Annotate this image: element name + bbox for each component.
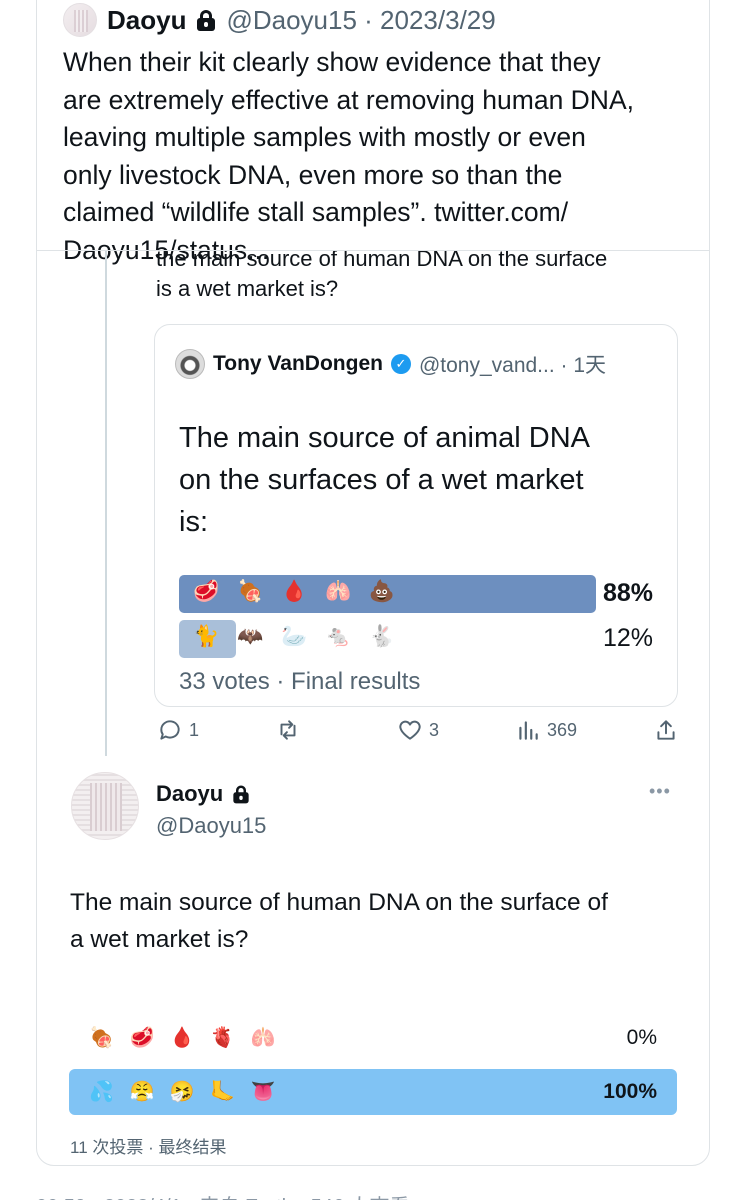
author-meta[interactable]: @Daoyu15 · 2023/3/29 bbox=[226, 5, 495, 36]
poll-option: 🍖 🥩 🩸 🫀 🫁 0% bbox=[69, 1015, 677, 1061]
retweet-button[interactable] bbox=[275, 717, 301, 743]
tweet-text-line: only livestock DNA, even more so than th… bbox=[63, 159, 563, 190]
more-options-icon[interactable]: ••• bbox=[649, 781, 671, 802]
tweet-text-line[interactable]: claimed “wildlife stall samples”. twitte… bbox=[63, 194, 703, 232]
tweet-text: When their kit clearly show evidence tha… bbox=[63, 44, 703, 269]
poll-question-line: The main source of animal DNA bbox=[179, 422, 590, 454]
author-name-row: Daoyu bbox=[156, 781, 251, 807]
clipped-text-line: is a wet market is? bbox=[156, 276, 339, 301]
embedded-tweet-header: Tony VanDongen ✓ @tony_vand... · 1天 bbox=[175, 349, 606, 379]
tweet-text-line: are extremely effective at removing huma… bbox=[63, 84, 634, 115]
poll-option-percent: 88% bbox=[602, 579, 653, 607]
poll-question: The main source of animal DNA on the sur… bbox=[179, 417, 659, 543]
reply-button[interactable]: 1 bbox=[157, 717, 199, 743]
clipped-tweet-text: the main source of human DNA on the surf… bbox=[156, 251, 696, 304]
reply-count: 1 bbox=[189, 719, 200, 740]
lock-icon bbox=[196, 9, 216, 31]
poll-vote-summary: 11 次投票 · 最终结果 bbox=[70, 1138, 227, 1157]
tweet-header: Daoyu @Daoyu15 · 2023/3/29 bbox=[63, 3, 496, 37]
poll-option-percent: 12% bbox=[602, 624, 653, 652]
tweet-text-line: The main source of human DNA on the surf… bbox=[70, 889, 608, 916]
reply-icon bbox=[160, 720, 180, 740]
lock-icon bbox=[233, 785, 250, 804]
poll-option-label: 🍖 🥩 🩸 🫀 🫁 bbox=[89, 1027, 281, 1049]
author-handle[interactable]: @Daoyu15 bbox=[156, 813, 266, 839]
author-meta[interactable]: @tony_vand... · 1天 bbox=[419, 349, 606, 379]
quoted-thread[interactable]: the main source of human DNA on the surf… bbox=[37, 251, 709, 771]
bar-chart-icon bbox=[519, 721, 538, 740]
poll-question-line: on the surfaces of a wet market bbox=[179, 464, 584, 496]
clipped-text-line: the main source of human DNA on the surf… bbox=[156, 251, 608, 271]
heart-icon bbox=[399, 720, 421, 740]
author-name[interactable]: Daoyu bbox=[107, 5, 186, 36]
poll-option-label: 💦 😤 🤧 🦶 👅 bbox=[89, 1081, 281, 1103]
poll-option-percent: 0% bbox=[626, 1026, 657, 1049]
action-bar: 1 3 369 bbox=[157, 717, 709, 757]
share-button[interactable] bbox=[653, 717, 679, 743]
tweet-text: The main source of human DNA on the surf… bbox=[70, 884, 690, 958]
poll-option: 🥩 🍖 🩸 🫁 💩 88% bbox=[179, 575, 653, 613]
poll-option: 🐈 🦇 🦢 🐁 🐇 12% bbox=[179, 620, 653, 658]
tweet-card[interactable]: Daoyu @Daoyu15 · 2023/3/29 When their ki… bbox=[36, 0, 710, 1166]
author-name[interactable]: Tony VanDongen bbox=[213, 352, 383, 376]
avatar[interactable] bbox=[175, 349, 205, 379]
view-count: 369 bbox=[547, 719, 578, 740]
retweet-icon bbox=[280, 720, 296, 740]
tweet-text-line: leaving multiple samples with mostly or … bbox=[63, 122, 586, 152]
tweet-text-line: a wet market is? bbox=[70, 926, 249, 953]
poll-option: 💦 😤 🤧 🦶 👅 100% bbox=[69, 1069, 677, 1115]
author-name[interactable]: Daoyu bbox=[156, 781, 223, 807]
avatar[interactable] bbox=[71, 772, 139, 840]
poll-vote-summary: 33 votes · Final results bbox=[179, 668, 421, 695]
embedded-poll-tweet[interactable]: Tony VanDongen ✓ @tony_vand... · 1天 The … bbox=[154, 324, 678, 707]
tweet-timestamp: 00:59 · 2023/4/1 · 来自 Earth · 546 人查看 bbox=[36, 1190, 410, 1200]
poll-option-label: 🐈 🦇 🦢 🐁 🐇 bbox=[193, 625, 402, 648]
poll-question-line: is: bbox=[179, 506, 208, 538]
poll-option-label: 🥩 🍖 🩸 🫁 💩 bbox=[193, 580, 402, 603]
like-count: 3 bbox=[429, 719, 440, 740]
poll-option-percent: 100% bbox=[603, 1080, 657, 1103]
views-button[interactable]: 369 bbox=[515, 717, 577, 743]
avatar[interactable] bbox=[63, 3, 97, 37]
verified-icon: ✓ bbox=[390, 354, 411, 374]
thread-line bbox=[105, 251, 107, 756]
tweet-text-line: When their kit clearly show evidence tha… bbox=[63, 47, 601, 77]
share-icon bbox=[657, 720, 675, 740]
like-button[interactable]: 3 bbox=[397, 717, 439, 743]
